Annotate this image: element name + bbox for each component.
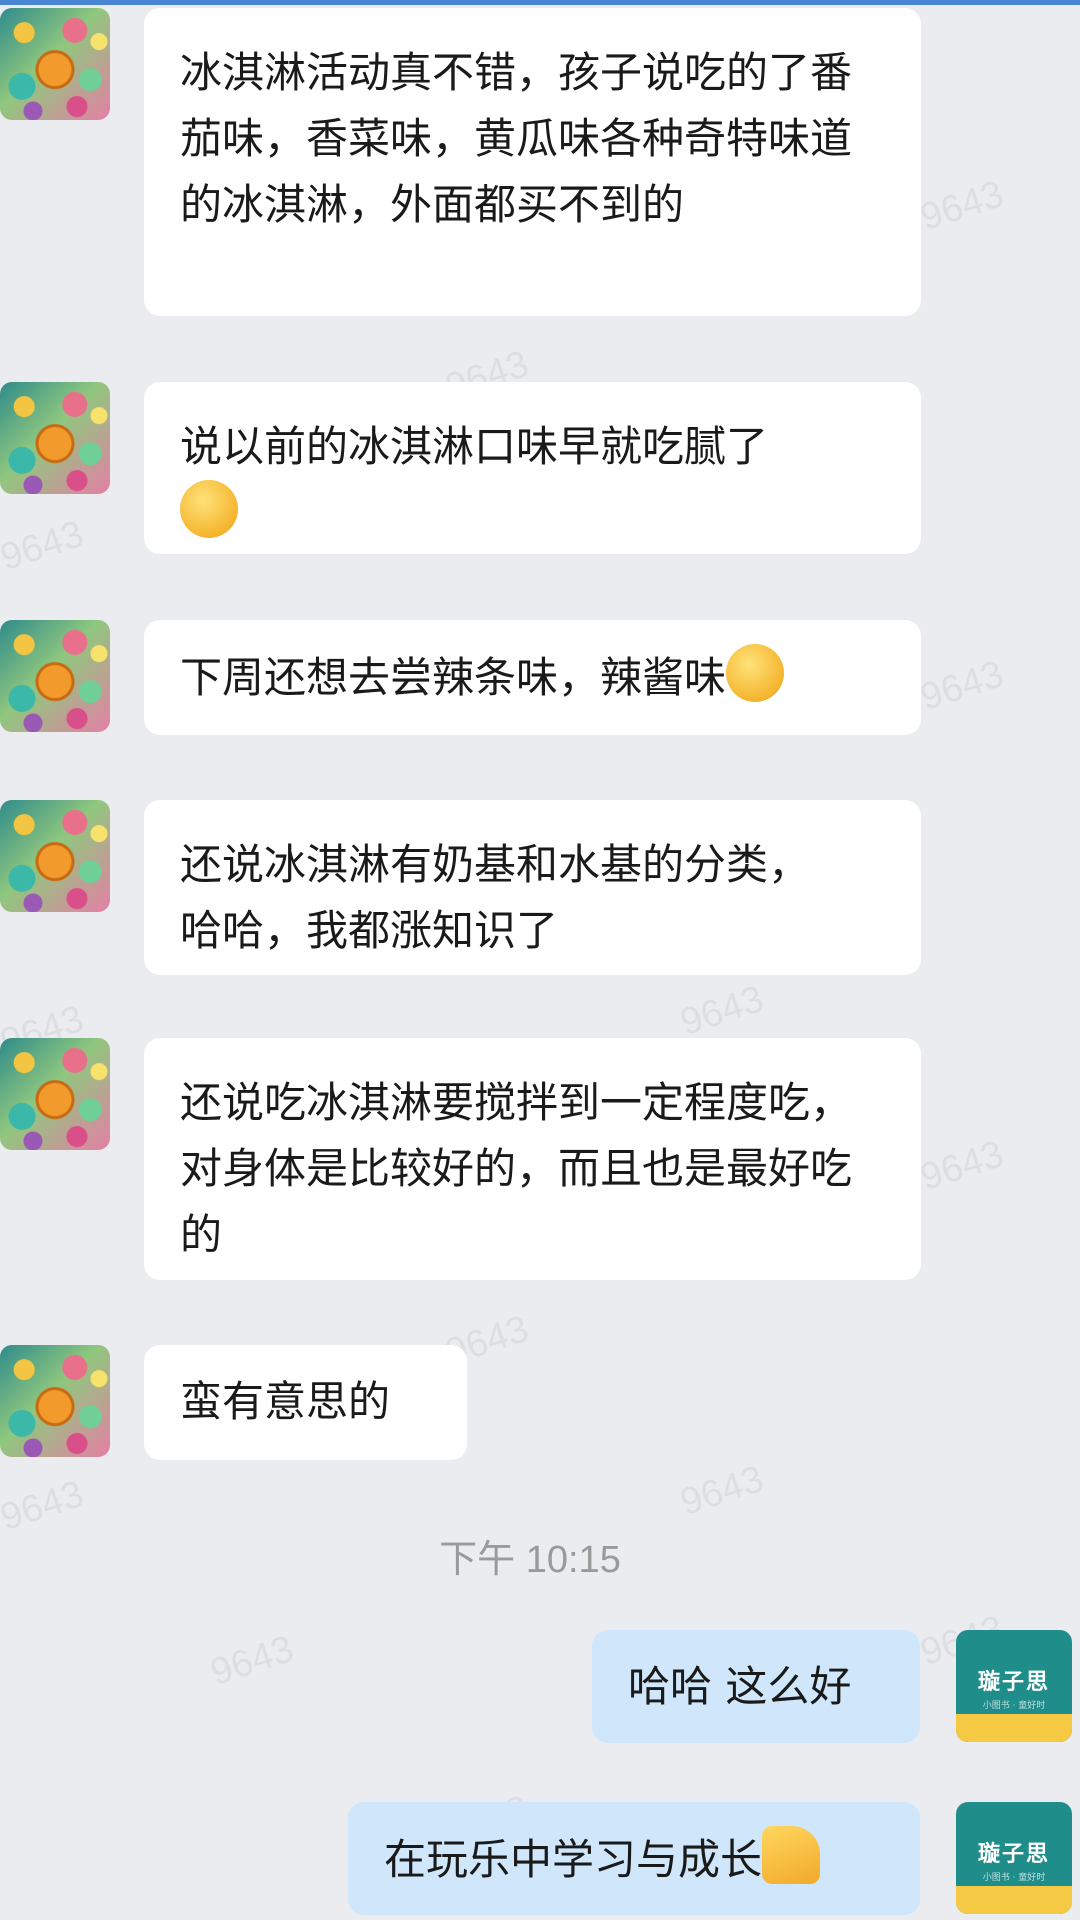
- watermark: 9643: [915, 172, 1009, 240]
- brand-band: [956, 1714, 1072, 1742]
- incoming-message-bubble[interactable]: 还说吃冰淇淋要搅拌到一定程度吃，对身体是比较好的，而且也是最好吃的: [144, 1038, 921, 1280]
- message-text: 哈哈 这么好: [628, 1662, 852, 1711]
- message-text: 在玩乐中学习与成长: [384, 1835, 763, 1884]
- brand-logo-text: 璇子思: [977, 1670, 1050, 1695]
- my-avatar[interactable]: 璇子思 小图书 · 童好时: [956, 1630, 1072, 1742]
- watermark: 9643: [675, 1457, 769, 1525]
- sender-avatar[interactable]: [0, 800, 110, 912]
- incoming-message-bubble[interactable]: 下周还想去尝辣条味，辣酱味: [144, 620, 921, 735]
- watermark: 9643: [915, 652, 1009, 720]
- my-avatar[interactable]: 璇子思 小图书 · 童好时: [956, 1802, 1072, 1914]
- message-text: 下周还想去尝辣条味，辣酱味: [180, 653, 727, 702]
- brand-logo-text: 璇子思: [977, 1842, 1050, 1867]
- sender-avatar[interactable]: [0, 1038, 110, 1150]
- message-text: 蛮有意思的: [180, 1377, 391, 1426]
- watermark: 9643: [205, 1627, 299, 1695]
- outgoing-message-bubble[interactable]: 哈哈 这么好: [592, 1630, 920, 1743]
- watermark: 9643: [915, 1132, 1009, 1200]
- sender-avatar[interactable]: [0, 382, 110, 494]
- laughing-crying-emoji: [180, 480, 238, 538]
- message-text: 还说吃冰淇淋要搅拌到一定程度吃，对身体是比较好的，而且也是最好吃的: [180, 1078, 853, 1259]
- watermark: 9643: [0, 512, 89, 580]
- brand-band: [956, 1886, 1072, 1914]
- incoming-message-bubble[interactable]: 还说冰淇淋有奶基和水基的分类，哈哈，我都涨知识了: [144, 800, 921, 975]
- incoming-message-bubble[interactable]: 说以前的冰淇淋口味早就吃腻了: [144, 382, 921, 554]
- message-text: 说以前的冰淇淋口味早就吃腻了: [180, 422, 769, 471]
- message-text: 冰淇淋活动真不错，孩子说吃的了番茄味，香菜味，黄瓜味各种奇特味道的冰淇淋，外面都…: [180, 48, 853, 229]
- brand-logo-subtitle: 小图书 · 童好时: [982, 1873, 1046, 1883]
- incoming-message-bubble[interactable]: 蛮有意思的: [144, 1345, 467, 1460]
- outgoing-message-bubble[interactable]: 在玩乐中学习与成长: [348, 1802, 920, 1915]
- chat-screen: 9643 9643 9643 9643 9643 9643 9643 9643 …: [0, 0, 1080, 1920]
- sender-avatar[interactable]: [0, 1345, 110, 1457]
- watermark: 9643: [675, 977, 769, 1045]
- message-text: 还说冰淇淋有奶基和水基的分类，哈哈，我都涨知识了: [180, 840, 811, 955]
- sender-avatar[interactable]: [0, 8, 110, 120]
- sender-avatar[interactable]: [0, 620, 110, 732]
- thinking-emoji: [726, 644, 785, 702]
- thumbs-up-emoji: [762, 1826, 821, 1884]
- brand-logo-subtitle: 小图书 · 童好时: [982, 1701, 1046, 1711]
- top-accent-bar: [0, 0, 1080, 5]
- message-timestamp: 下午 10:15: [439, 1539, 621, 1581]
- incoming-message-bubble[interactable]: 冰淇淋活动真不错，孩子说吃的了番茄味，香菜味，黄瓜味各种奇特味道的冰淇淋，外面都…: [144, 8, 921, 316]
